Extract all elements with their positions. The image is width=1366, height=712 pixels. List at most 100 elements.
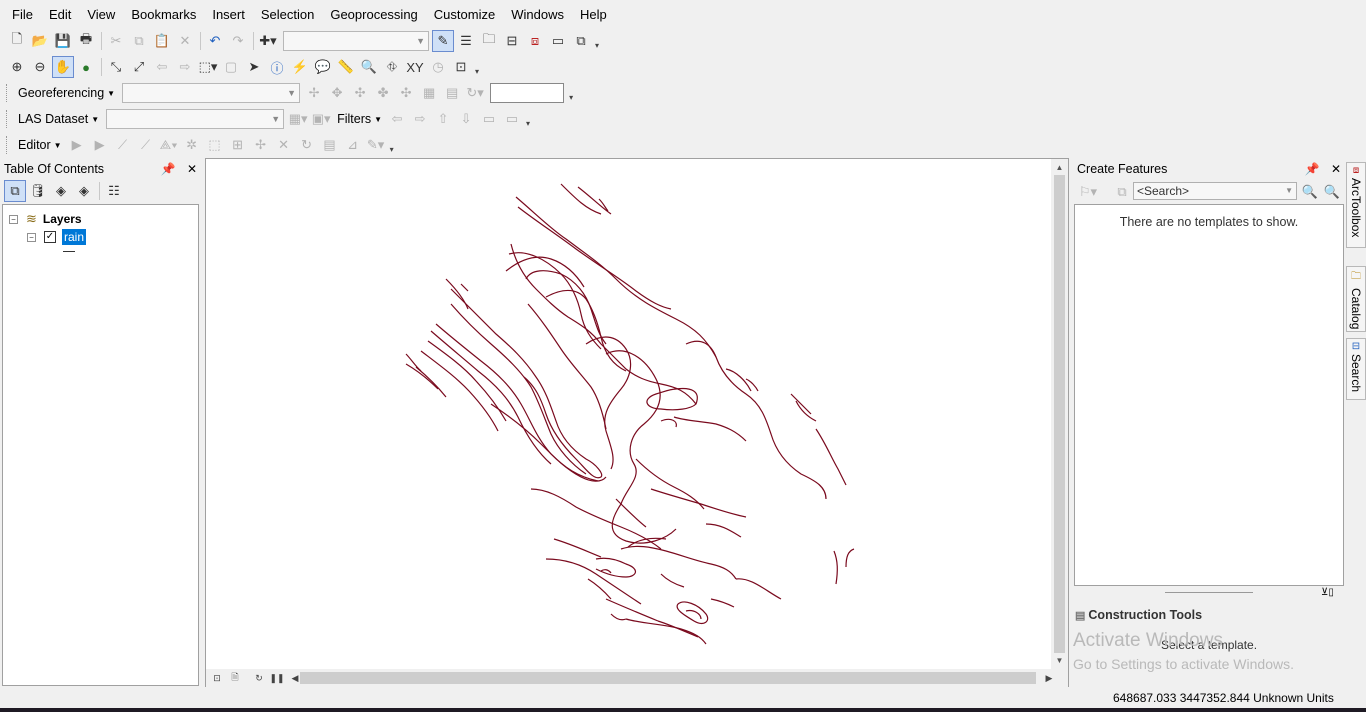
construction-dropdown-icon[interactable]: ⟁▾ <box>158 134 180 156</box>
layer-row[interactable]: − ✓ rain <box>27 229 87 245</box>
list-by-source-icon[interactable]: 🛢 <box>27 180 49 202</box>
python-window-icon[interactable]: ▭ <box>547 30 569 52</box>
close-icon[interactable]: ✕ <box>187 162 197 176</box>
menu-view[interactable]: View <box>79 4 123 26</box>
select-link-icon[interactable]: ✤ <box>372 82 394 104</box>
point-icon[interactable]: ✲ <box>181 134 203 156</box>
rotate-tool-icon[interactable]: ↻ <box>296 134 318 156</box>
map-view[interactable]: ▲ ▼ ⊡ 🗎 ↻ ❚❚ ◀ ▶ <box>205 158 1069 687</box>
las-dataset-layer-combo[interactable]: ▼ <box>106 109 285 129</box>
layer-name[interactable]: rain <box>62 229 87 245</box>
editor-menu[interactable]: Editor ▼ <box>14 138 66 152</box>
collapse-icon[interactable]: − <box>27 232 36 242</box>
zoom-in-icon[interactable]: ⊕ <box>6 56 28 78</box>
organize-templates-icon[interactable]: ⚐▾ <box>1077 181 1099 203</box>
back-extent-icon[interactable]: ⇦ <box>151 56 173 78</box>
html-popup-icon[interactable]: 💬 <box>312 56 334 78</box>
find-icon[interactable]: 🔍 <box>358 56 380 78</box>
surface-symbology-icon[interactable]: ▦▾ <box>287 108 309 130</box>
pin-icon[interactable]: 📌 <box>1305 162 1320 176</box>
toolbar-options-icon[interactable]: ▾ <box>593 32 601 50</box>
cut-icon[interactable]: ✂ <box>105 30 127 52</box>
menu-windows[interactable]: Windows <box>503 4 572 26</box>
scroll-down-icon[interactable]: ▼ <box>1051 656 1068 665</box>
pan-icon[interactable]: ✋ <box>52 56 74 78</box>
scroll-up-icon[interactable]: ▲ <box>1051 163 1068 172</box>
toolbar-options-icon[interactable]: ▾ <box>524 110 532 128</box>
split-icon[interactable]: ✕ <box>273 134 295 156</box>
scroll-right-icon[interactable]: ▶ <box>1042 671 1056 685</box>
end-point-arc-icon[interactable]: ⟋ <box>135 134 157 156</box>
print-icon[interactable]: 🖶 <box>75 30 97 52</box>
tab-arctoolbox[interactable]: ⧈ ArcToolbox <box>1346 162 1366 248</box>
list-by-selection-icon[interactable]: ◈ <box>73 180 95 202</box>
search-icon[interactable]: 🔍 <box>1299 181 1321 203</box>
catalog-window-icon[interactable]: 🗀 <box>478 30 500 52</box>
sketch-properties-icon[interactable]: ⊿ <box>342 134 364 156</box>
collapse-icon[interactable]: − <box>9 214 18 224</box>
time-slider-icon[interactable]: ◷ <box>427 56 449 78</box>
menu-geoprocessing[interactable]: Geoprocessing <box>322 4 425 26</box>
tab-search[interactable]: ⊟ Search <box>1346 338 1366 400</box>
close-icon[interactable]: ✕ <box>1331 162 1341 176</box>
full-extent-icon[interactable]: ● <box>75 56 97 78</box>
select-elements-icon[interactable]: ➤ <box>243 56 265 78</box>
editor-toolbar-icon[interactable]: ✎ <box>432 30 454 52</box>
list-by-drawing-order-icon[interactable]: ⧉ <box>4 180 26 202</box>
view-link-table-icon[interactable]: ▦ <box>418 82 440 104</box>
pin-icon[interactable]: 📌 <box>161 162 176 176</box>
layout-view-icon[interactable]: 🗎 <box>228 671 242 685</box>
reshape-icon[interactable]: ⊞ <box>227 134 249 156</box>
splitter[interactable] <box>1165 592 1253 593</box>
menu-insert[interactable]: Insert <box>204 4 253 26</box>
menu-customize[interactable]: Customize <box>426 4 503 26</box>
template-search-combo[interactable]: <Search> ▼ <box>1133 182 1297 200</box>
open-folder-icon[interactable]: 📂 <box>29 30 51 52</box>
pause-drawing-icon[interactable]: ❚❚ <box>269 671 284 685</box>
fixed-zoom-in-icon[interactable]: ⤡ <box>105 56 127 78</box>
measure-icon[interactable]: 📏 <box>335 56 357 78</box>
menu-file[interactable]: File <box>4 4 41 26</box>
profile-view-icon[interactable]: ▭ <box>478 108 500 130</box>
rotate-dropdown-icon[interactable]: ↻▾ <box>464 82 486 104</box>
select-features-icon[interactable]: ⬚▾ <box>197 56 219 78</box>
vertical-scroll-thumb[interactable] <box>1054 175 1065 653</box>
horizontal-scroll-thumb[interactable] <box>300 672 1036 684</box>
list-by-visibility-icon[interactable]: ◈ <box>50 180 72 202</box>
add-data-icon[interactable]: ✚▾ <box>257 30 279 52</box>
map-scale-combo[interactable]: ▼ <box>283 31 429 51</box>
rotation-input[interactable] <box>490 83 565 103</box>
template-view-icon[interactable]: ⧉ <box>1111 181 1133 203</box>
arctoolbox-icon[interactable]: ⧈ <box>524 30 546 52</box>
paste-icon[interactable]: 📋 <box>151 30 173 52</box>
menu-help[interactable]: Help <box>572 4 615 26</box>
create-features-icon[interactable]: ✎▾ <box>365 134 387 156</box>
3d-view-icon[interactable]: ▭ <box>501 108 523 130</box>
toolbar-handle[interactable] <box>6 84 10 102</box>
straight-segment-icon[interactable]: ⟋ <box>112 134 134 156</box>
layers-root-row[interactable]: − ≋ Layers <box>9 211 82 227</box>
search-window-icon[interactable]: ⊟ <box>501 30 523 52</box>
rotate-icon[interactable]: ✢ <box>303 82 325 104</box>
edit-vertices-icon[interactable]: ⬚ <box>204 134 226 156</box>
toolbar-handle[interactable] <box>6 110 10 128</box>
undo-icon[interactable]: ↶ <box>204 30 226 52</box>
redo-icon[interactable]: ↷ <box>227 30 249 52</box>
point-symbology-icon[interactable]: ▣▾ <box>310 108 332 130</box>
toolbar-options-icon[interactable]: ▾ <box>473 58 481 76</box>
map-canvas[interactable] <box>206 159 1052 669</box>
georeferencing-layer-combo[interactable]: ▼ <box>122 83 301 103</box>
menu-selection[interactable]: Selection <box>253 4 322 26</box>
table-of-contents-icon[interactable]: ☰ <box>455 30 477 52</box>
edit-annotation-icon[interactable]: ▶ <box>89 134 111 156</box>
down-icon[interactable]: ⇩ <box>455 108 477 130</box>
go-to-xy-icon[interactable]: XY <box>404 56 426 78</box>
shift-icon[interactable]: ✥ <box>326 82 348 104</box>
up-icon[interactable]: ⇧ <box>432 108 454 130</box>
collapse-panel-icon[interactable]: ⊻▯ <box>1321 587 1334 598</box>
link-table-icon[interactable]: ▤ <box>441 82 463 104</box>
toc-options-icon[interactable]: ☷ <box>103 180 125 202</box>
forward-extent-icon[interactable]: ⇨ <box>174 56 196 78</box>
delete-link-icon[interactable]: ✣ <box>395 82 417 104</box>
previous-icon[interactable]: ⇦ <box>386 108 408 130</box>
